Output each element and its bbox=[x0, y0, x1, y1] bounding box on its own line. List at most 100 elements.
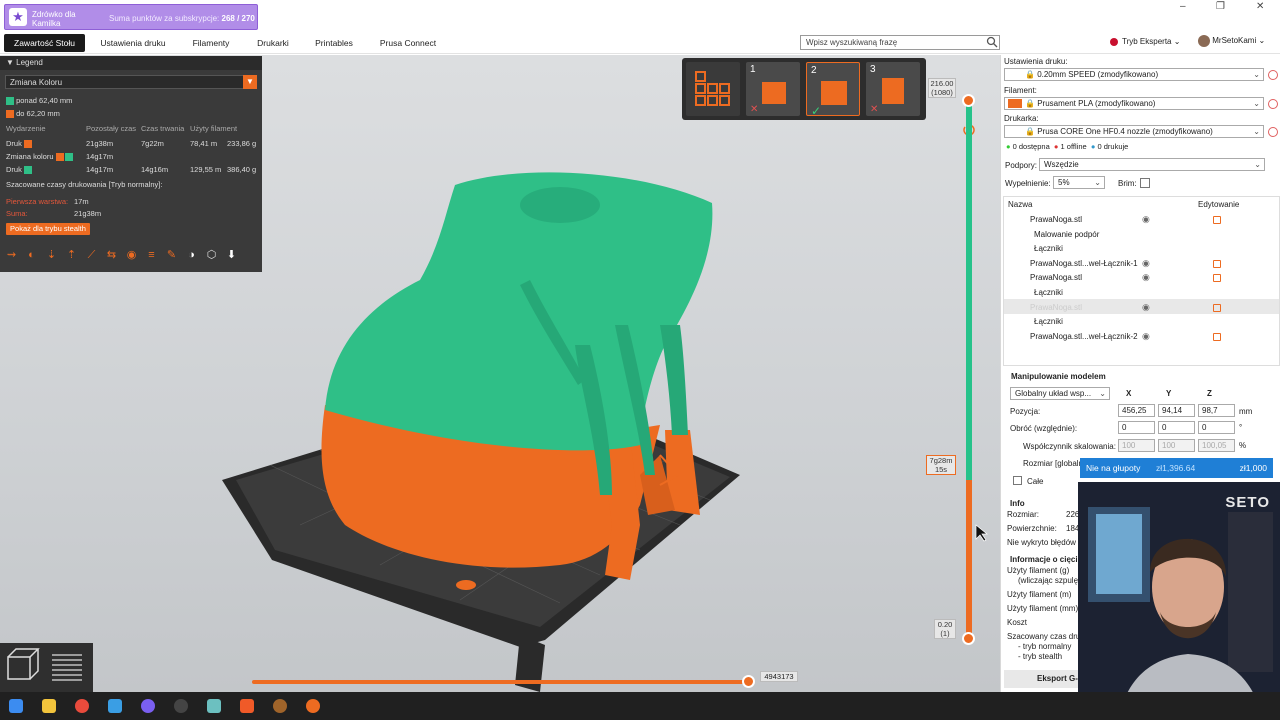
printer-select[interactable]: 🔒 Prusa CORE One HF0.4 nozzle (zmodyfiko… bbox=[1004, 125, 1264, 138]
legend-row-1: Druk bbox=[6, 139, 32, 149]
rotate-x-field[interactable]: 0 bbox=[1118, 421, 1155, 434]
brim-checkbox[interactable] bbox=[1140, 178, 1150, 188]
app-icon[interactable] bbox=[207, 699, 221, 713]
stealth-mode-button[interactable]: Pokaż dla trybu stealth bbox=[6, 223, 90, 235]
tree-item[interactable]: Malowanie podpór bbox=[1022, 230, 1099, 239]
tree-item[interactable]: PrawaNoga.stl bbox=[1008, 303, 1082, 312]
tab-prusa-connect[interactable]: Prusa Connect bbox=[370, 34, 446, 52]
eye-icon[interactable]: ◉ bbox=[1142, 214, 1150, 225]
tree-item[interactable]: PrawaNoga.stl bbox=[1008, 215, 1082, 224]
move-slider-handle[interactable] bbox=[742, 675, 755, 688]
tool-marker-icon[interactable]: ⬇ bbox=[225, 249, 238, 262]
coord-system-select[interactable]: Globalny układ wsp... ⌄ bbox=[1010, 387, 1110, 400]
rotate-z-field[interactable]: 0 bbox=[1198, 421, 1235, 434]
plate-1[interactable]: 1 ✕ bbox=[746, 62, 800, 116]
eye-icon[interactable]: ◉ bbox=[1142, 331, 1150, 342]
tree-item[interactable]: PrawaNoga.stl...wel-Łącznik-1 bbox=[1008, 259, 1138, 268]
scale-z-field[interactable]: 100,05 bbox=[1198, 439, 1235, 452]
tab-filaments[interactable]: Filamenty bbox=[180, 34, 242, 52]
axis-z-label: Z bbox=[1207, 389, 1212, 398]
tab-print-settings[interactable]: Ustawienia druku bbox=[92, 34, 174, 52]
grid-icon bbox=[695, 71, 730, 106]
col-event: Wydarzenie bbox=[6, 124, 46, 133]
retraction-icon[interactable]: ⇣ bbox=[45, 249, 58, 262]
gear-icon[interactable] bbox=[1268, 99, 1278, 109]
shells-icon[interactable]: ⬡ bbox=[205, 249, 218, 262]
tree-item[interactable]: Łączniki bbox=[1022, 244, 1063, 253]
all-plates-button[interactable] bbox=[686, 62, 740, 116]
position-y-field[interactable]: 94,14 bbox=[1158, 404, 1195, 417]
chrome-icon[interactable] bbox=[75, 699, 89, 713]
search-icon[interactable] bbox=[986, 36, 998, 48]
export-gcode-button[interactable]: Eksport G- bbox=[1004, 670, 1080, 688]
rotate-y-field[interactable]: 0 bbox=[1158, 421, 1195, 434]
scale-y-field[interactable]: 100 bbox=[1158, 439, 1195, 452]
seam-icon[interactable]: ⟋ bbox=[85, 249, 98, 262]
app-icon[interactable] bbox=[141, 699, 155, 713]
tab-bar: Zawartość Stołu Ustawienia druku Filamen… bbox=[0, 32, 1280, 54]
brim-label: Brim: bbox=[1118, 179, 1137, 188]
print-settings-select[interactable]: 🔒 0.20mm SPEED (zmodyfikowano) ⌄ bbox=[1004, 68, 1264, 81]
plate-3[interactable]: 3 ✕ bbox=[866, 62, 920, 116]
travel-icon[interactable]: ⇝ bbox=[5, 249, 18, 262]
tree-item[interactable]: PrawaNoga.stl...wel-Łącznik-2 bbox=[1008, 332, 1138, 341]
app-icon[interactable] bbox=[174, 699, 188, 713]
app-icon[interactable] bbox=[108, 699, 122, 713]
custom-gcode-icon[interactable]: ✎ bbox=[165, 249, 178, 262]
legend-range-1: ponad 62,40 mm bbox=[6, 96, 72, 106]
gear-icon[interactable] bbox=[1268, 70, 1278, 80]
legend-header[interactable]: ▼ Legend bbox=[0, 56, 262, 70]
filament-select[interactable]: 🔒 Prusament PLA (zmodyfikowano) ⌄ bbox=[1004, 97, 1264, 110]
position-x-field[interactable]: 456,25 bbox=[1118, 404, 1155, 417]
mode-selector[interactable]: Tryb Eksperta ⌄ bbox=[1108, 37, 1180, 46]
eye-icon[interactable]: ◉ bbox=[1142, 302, 1150, 313]
gear-icon[interactable] bbox=[1268, 127, 1278, 137]
wipe-icon[interactable]: ◐ bbox=[25, 249, 38, 262]
edit-icon[interactable] bbox=[1213, 303, 1221, 312]
windows-start-icon[interactable] bbox=[9, 699, 23, 713]
app-icon[interactable] bbox=[273, 699, 287, 713]
infill-select[interactable]: 5% ⌄ bbox=[1053, 176, 1105, 189]
edit-icon[interactable] bbox=[1213, 259, 1221, 268]
edit-icon[interactable] bbox=[1213, 274, 1221, 283]
eye-icon[interactable]: ◉ bbox=[1142, 258, 1150, 269]
scale-x-field[interactable]: 100 bbox=[1118, 439, 1155, 452]
layer-slider-bottom-handle[interactable] bbox=[962, 632, 975, 645]
svg-text:✕: ✕ bbox=[870, 104, 878, 115]
close-icon[interactable]: ✕ bbox=[1256, 1, 1264, 12]
restore-icon[interactable]: ❐ bbox=[1216, 1, 1225, 12]
move-slider-track[interactable] bbox=[252, 680, 750, 684]
file-explorer-icon[interactable] bbox=[42, 699, 56, 713]
pause-icon[interactable]: ≡ bbox=[145, 249, 158, 262]
whole-checkbox[interactable] bbox=[1013, 476, 1022, 485]
center-of-gravity-icon[interactable]: ◑ bbox=[185, 249, 198, 262]
layer-slider-upper bbox=[966, 100, 972, 480]
tree-item[interactable]: PrawaNoga.stl bbox=[1008, 273, 1082, 282]
chevron-down-icon[interactable]: ▼ bbox=[243, 75, 257, 89]
layer-slider-top-handle[interactable] bbox=[962, 94, 975, 107]
search-input[interactable]: Wpisz wyszukiwaną frazę bbox=[800, 35, 1000, 50]
plate-2[interactable]: 2 ✓ bbox=[806, 62, 860, 118]
deretraction-icon[interactable]: ⇡ bbox=[65, 249, 78, 262]
edit-icon[interactable] bbox=[1213, 332, 1221, 341]
user-menu[interactable]: MrSetoKami ⌄ bbox=[1198, 35, 1265, 47]
tab-printables[interactable]: Printables bbox=[306, 34, 362, 52]
slice-info-row: Koszt bbox=[1007, 618, 1028, 627]
first-layer-label: Pierwsza warstwa: bbox=[6, 197, 69, 206]
minimize-icon[interactable]: – bbox=[1180, 1, 1186, 12]
supports-select[interactable]: Wszędzie ⌄ bbox=[1039, 158, 1265, 171]
legend-view-select[interactable]: Zmiana Koloru bbox=[5, 75, 257, 89]
position-z-field[interactable]: 98,7 bbox=[1198, 404, 1235, 417]
tree-item[interactable]: Łączniki bbox=[1022, 317, 1063, 326]
brave-icon[interactable] bbox=[240, 699, 254, 713]
layer-bottom-label: 0.20 (1) bbox=[934, 619, 956, 639]
eye-icon[interactable]: ◉ bbox=[1142, 272, 1150, 283]
color-change-icon[interactable]: ◉ bbox=[125, 249, 138, 262]
tab-plate[interactable]: Zawartość Stołu bbox=[4, 34, 85, 52]
tool-change-icon[interactable]: ⇆ bbox=[105, 249, 118, 262]
edit-icon[interactable] bbox=[1213, 216, 1221, 224]
tree-item[interactable]: Łączniki bbox=[1022, 288, 1063, 297]
print-settings-label: Ustawienia druku: bbox=[1004, 57, 1068, 66]
tab-printers[interactable]: Drukarki bbox=[248, 34, 298, 52]
prusaslicer-icon[interactable] bbox=[306, 699, 320, 713]
